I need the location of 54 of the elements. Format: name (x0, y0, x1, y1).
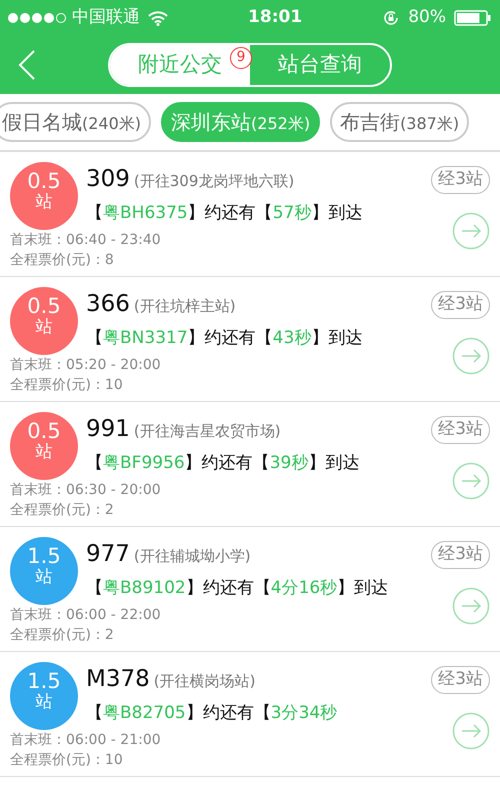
arrival-info: 【粤BF9956】约还有【39秒】到达 (86, 452, 360, 474)
route-number: M378 (86, 665, 150, 694)
stop-count-tag: 经3站 (431, 166, 490, 194)
route-direction: (开往309龙岗坪地六联) (134, 171, 294, 192)
arrow-circle-icon[interactable] (452, 587, 490, 625)
route-direction: (开往辅城坳小学) (134, 546, 251, 567)
route-direction: (开往横岗场站) (154, 671, 256, 692)
arrow-circle-icon[interactable] (452, 462, 490, 500)
segment-tab[interactable]: 附近公交 9 (110, 45, 250, 85)
back-icon[interactable] (18, 50, 36, 80)
rotation-lock-icon (382, 9, 400, 27)
arrival-info: 【粤BH6375】约还有【57秒】到达 (86, 202, 364, 224)
arrival-info: 【粤B89102】约还有【4分16秒】到达 (86, 576, 390, 600)
carrier-name: 中国联通 (72, 6, 140, 30)
stop-count-tag: 经3站 (431, 666, 490, 694)
service-hours: 首末班：06:00 - 22:00 (10, 606, 161, 625)
fare-info: 全程票价(元)：10 (10, 751, 123, 770)
battery-icon (454, 10, 492, 26)
arrow-circle-icon[interactable] (452, 212, 490, 250)
stop-chip[interactable]: 深圳东站(252米) (161, 102, 320, 142)
service-hours: 首末班：05:20 - 20:00 (10, 356, 161, 375)
route-direction: (开往海吉星农贸市场) (134, 421, 281, 442)
stops-away-badge: 0.5 站 (10, 162, 78, 230)
stop-chip[interactable]: 布吉街(387米) (330, 102, 470, 142)
segment-tab[interactable]: 站台查询 (250, 45, 390, 85)
fare-info: 全程票价(元)：8 (10, 251, 114, 270)
fare-info: 全程票价(元)：2 (10, 501, 114, 520)
route-number: 366 (86, 290, 130, 319)
arrival-info: 【粤B82705】约还有【3分34秒 (86, 702, 338, 724)
stop-chip[interactable]: 假日名城(240米) (0, 102, 152, 142)
stops-away-badge: 0.5 站 (10, 412, 78, 480)
stops-away-badge: 1.5 站 (10, 537, 78, 605)
arrow-circle-icon[interactable] (452, 712, 490, 750)
stops-away-badge: 0.5 站 (10, 287, 78, 355)
route-number: 309 (86, 165, 130, 194)
route-direction: (开往坑梓主站) (134, 296, 236, 317)
route-number: 977 (86, 540, 130, 569)
arrival-info: 【粤BN3317】约还有【43秒】到达 (86, 326, 364, 350)
route-number: 991 (86, 415, 130, 444)
service-hours: 首末班：06:40 - 23:40 (10, 231, 161, 250)
service-hours: 首末班：06:30 - 20:00 (10, 481, 161, 500)
signal-icon (8, 13, 68, 23)
wifi-icon (148, 10, 168, 26)
stop-count-tag: 经3站 (431, 541, 490, 568)
fare-info: 全程票价(元)：10 (10, 376, 123, 396)
service-hours: 首末班：06:00 - 21:00 (10, 731, 161, 750)
fare-info: 全程票价(元)：2 (10, 626, 114, 646)
count-badge: 9 (230, 47, 252, 70)
arrow-circle-icon[interactable] (452, 337, 490, 375)
stop-count-tag: 经3站 (431, 291, 490, 318)
stops-away-badge: 1.5 站 (10, 662, 78, 730)
stop-count-tag: 经3站 (431, 416, 490, 444)
battery-percent: 80% (408, 6, 446, 30)
status-time: 18:01 (248, 6, 302, 30)
